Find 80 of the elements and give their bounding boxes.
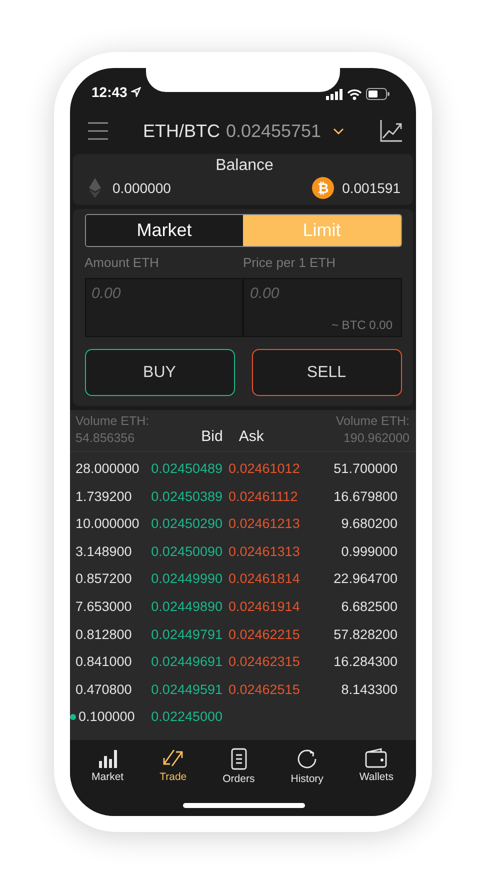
price-label: Price per 1 ETH bbox=[243, 255, 336, 270]
bid-price-cell-text: 0.02449890 bbox=[150, 598, 222, 616]
bid-price-cell-text: 0.02449791 bbox=[150, 626, 222, 644]
tab-bar-item[interactable]: Orders bbox=[218, 746, 259, 788]
bid-amount-cell-text: 3.148900 bbox=[76, 542, 133, 561]
amount-field[interactable]: 0.00 bbox=[92, 285, 234, 302]
price-field[interactable]: 0.00 bbox=[250, 285, 392, 302]
ask-amount-cell-text: 8.143300 bbox=[340, 680, 398, 699]
ask-amount-cell-text: 57.828200 bbox=[332, 626, 398, 644]
tab-bar-item[interactable]: Trade bbox=[156, 746, 191, 788]
balance-title: Balance bbox=[214, 157, 274, 175]
menu-icon[interactable] bbox=[88, 122, 108, 140]
tab-bar-item[interactable]: Wallets bbox=[355, 746, 398, 788]
ask-price-cell-text: 0.02462515 bbox=[228, 680, 301, 699]
ask-volume-label: Volume ETH: bbox=[336, 414, 410, 428]
ask-amount-cell-text: 16.679800 bbox=[332, 488, 398, 506]
bid-price-cell-text: 0.02449990 bbox=[150, 570, 222, 588]
location-icon bbox=[131, 87, 142, 97]
bid-heading: Bid bbox=[201, 428, 223, 445]
bid-amount-cell-text: 1.739200 bbox=[76, 488, 133, 506]
ask-price-cell-text: 0.02461313 bbox=[228, 542, 301, 561]
wallet-icon bbox=[365, 748, 388, 768]
bid-price-cell-text: 0.02450090 bbox=[150, 542, 222, 561]
document-icon bbox=[230, 748, 247, 770]
bid-price-cell-text: 0.02449591 bbox=[150, 680, 222, 699]
bid-amount-cell-text: 0.841000 bbox=[76, 653, 133, 672]
bid-amount-cell-text: 28.000000 bbox=[76, 460, 140, 478]
bar-chart-icon bbox=[98, 748, 118, 768]
bid-amount-cell-text: 10.000000 bbox=[76, 515, 140, 534]
btc-estimate: ~ BTC 0.00 bbox=[331, 318, 392, 332]
ask-price-cell-text: 0.02461213 bbox=[228, 515, 301, 534]
amount-label: Amount ETH bbox=[84, 255, 160, 270]
bid-price-cell-text: 0.02450489 bbox=[150, 460, 222, 478]
sell-button[interactable]: SELL bbox=[252, 349, 402, 396]
ask-amount-cell-text: 16.284300 bbox=[332, 653, 398, 672]
battery-icon bbox=[366, 88, 390, 100]
ask-price-cell-text: 0.02461012 bbox=[228, 460, 301, 478]
ask-price-cell-text: 0.02461814 bbox=[228, 570, 301, 588]
bid-amount-cell-text: 0.857200 bbox=[76, 570, 133, 588]
ask-heading: Ask bbox=[238, 428, 264, 445]
bid-price-cell-text: 0.02245000 bbox=[150, 708, 222, 726]
bid-price-cell-text: 0.02449691 bbox=[150, 653, 222, 672]
bid-price-cell-text: 0.02450389 bbox=[150, 488, 222, 506]
eth-balance: 0.000000 bbox=[112, 180, 171, 196]
bid-volume: 54.856356 bbox=[76, 431, 135, 445]
own-order-dot bbox=[70, 714, 76, 720]
order-type-tab[interactable]: Market bbox=[86, 215, 243, 246]
btc-balance: 0.001591 bbox=[342, 180, 400, 196]
pair-price: 0.02455751 bbox=[226, 120, 322, 142]
bid-amount-cell-text: 7.653000 bbox=[76, 598, 133, 616]
status-time: 12:43 bbox=[92, 84, 128, 100]
refresh-icon bbox=[296, 748, 318, 770]
ask-price-cell-text: 0.02462215 bbox=[228, 626, 301, 644]
bid-volume-label: Volume ETH: bbox=[76, 414, 150, 428]
ask-price-cell-text: 0.02462315 bbox=[228, 653, 301, 672]
tab-bar-item[interactable]: Market bbox=[88, 746, 128, 788]
signal-icon bbox=[326, 88, 342, 100]
amount-box[interactable]: 0.00 bbox=[84, 278, 243, 337]
wifi-icon bbox=[346, 88, 362, 100]
ask-price-cell-text: 0.02461112 bbox=[228, 488, 299, 506]
chevron-down-icon[interactable] bbox=[333, 128, 344, 134]
bid-amount-cell: 0.100000 bbox=[76, 703, 142, 731]
pair-title[interactable]: ETH/BTC bbox=[142, 120, 220, 142]
tab-bar-item[interactable]: History bbox=[286, 746, 328, 788]
ask-amount-cell-text: 9.680200 bbox=[340, 515, 398, 534]
ask-amount-cell-text: 0.999000 bbox=[340, 542, 398, 561]
ask-price-cell-text: 0.02461914 bbox=[228, 598, 301, 616]
price-box[interactable]: 0.00 ~ BTC 0.00 bbox=[243, 278, 402, 337]
diamond-coin-icon bbox=[88, 178, 100, 198]
bid-price-cell-text: 0.02450290 bbox=[150, 515, 222, 534]
ask-amount-cell-text: 51.700000 bbox=[332, 460, 398, 478]
bid-amount-cell-text: 0.812800 bbox=[76, 626, 133, 644]
swap-arrows-icon bbox=[162, 748, 184, 768]
ask-amount-cell-text: 6.682500 bbox=[340, 598, 398, 616]
ask-volume: 190.962000 bbox=[343, 431, 410, 445]
line-chart-icon[interactable] bbox=[380, 120, 402, 142]
buy-button[interactable]: BUY bbox=[84, 349, 234, 396]
ask-amount-cell-text: 22.964700 bbox=[332, 570, 398, 588]
bid-amount-cell-text: 0.470800 bbox=[76, 680, 133, 699]
coin-icon: ₿ bbox=[312, 177, 334, 199]
